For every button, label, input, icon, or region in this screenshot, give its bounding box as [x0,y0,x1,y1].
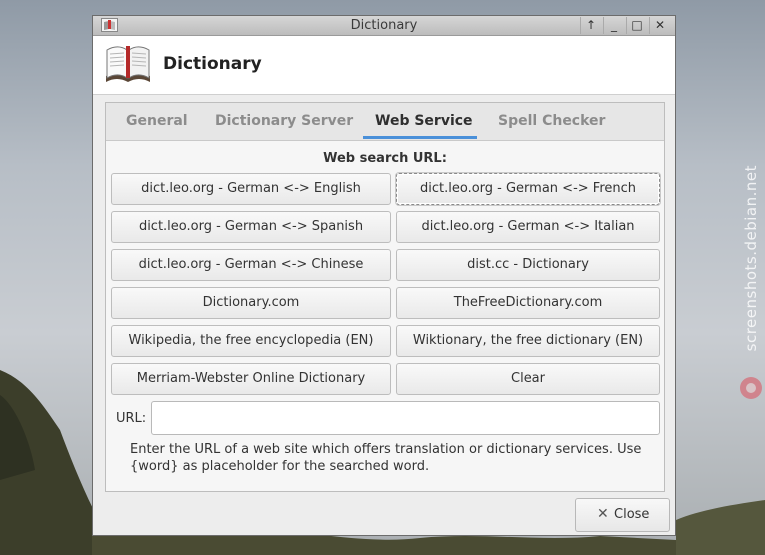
tab-general[interactable]: General [126,113,188,129]
leo-german-italian-button[interactable]: dict.leo.org - German <-> Italian [396,211,660,243]
maximize-button[interactable]: □ [626,17,647,34]
close-button[interactable]: ✕ Close [575,498,670,532]
wikipedia-button[interactable]: Wikipedia, the free encyclopedia (EN) [111,325,391,357]
tab-spell-checker[interactable]: Spell Checker [498,113,605,129]
dict-cc-button[interactable]: dist.cc - Dictionary [396,249,660,281]
close-window-button[interactable]: ✕ [649,17,670,34]
wiktionary-button[interactable]: Wiktionary, the free dictionary (EN) [396,325,660,357]
web-search-url-heading: Web search URL: [323,151,447,166]
clear-button[interactable]: Clear [396,363,660,395]
dictionary-com-button[interactable]: Dictionary.com [111,287,391,319]
debian-logo-icon [740,377,762,399]
url-input[interactable] [151,401,660,435]
watermark-text: screenshots.debian.net [742,165,760,352]
tab-web-service[interactable]: Web Service [375,113,473,129]
tab-dictionary-server[interactable]: Dictionary Server [215,113,353,129]
dialog-header: Dictionary [93,36,675,95]
preferences-notebook: General Dictionary Server Web Service Sp… [105,102,665,492]
dialog-title: Dictionary [163,54,262,74]
leo-german-spanish-button[interactable]: dict.leo.org - German <-> Spanish [111,211,391,243]
merriam-webster-button[interactable]: Merriam-Webster Online Dictionary [111,363,391,395]
leo-german-english-button[interactable]: dict.leo.org - German <-> English [111,173,391,205]
dictionary-book-icon [103,42,153,90]
leo-german-chinese-button[interactable]: dict.leo.org - German <-> Chinese [111,249,391,281]
thefreedictionary-button[interactable]: TheFreeDictionary.com [396,287,660,319]
dictionary-window: Dictionary ↑ _ □ ✕ Dictionary General Di… [92,15,676,536]
close-button-label: Close [614,507,650,522]
close-icon: ✕ [597,506,609,522]
shade-button[interactable]: ↑ [580,17,601,34]
tab-bar: General Dictionary Server Web Service Sp… [106,103,664,141]
url-label: URL: [116,411,147,426]
leo-german-french-button[interactable]: dict.leo.org - German <-> French [396,173,660,205]
minimize-button[interactable]: _ [603,17,624,34]
active-tab-indicator [363,136,477,139]
help-text: Enter the URL of a web site which offers… [130,442,642,474]
titlebar: Dictionary ↑ _ □ ✕ [93,16,675,36]
watermark: screenshots.debian.net [740,165,765,405]
